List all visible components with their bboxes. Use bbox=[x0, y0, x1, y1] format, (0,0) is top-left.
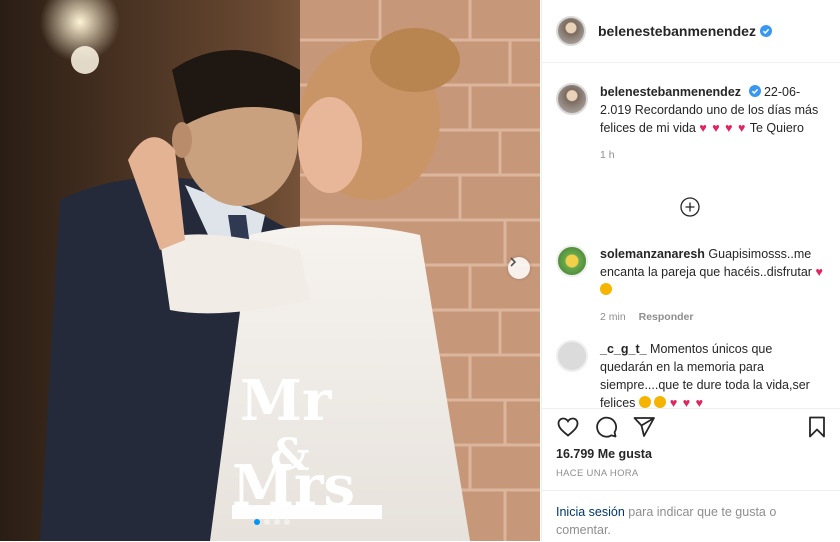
load-more-comments-icon[interactable] bbox=[680, 197, 700, 217]
comment-age: 2 min bbox=[600, 311, 626, 323]
likes-count[interactable]: 16.799 Me gusta bbox=[556, 447, 652, 461]
heart-emoji-icon: ♥ ♥ ♥ ♥ bbox=[699, 121, 747, 135]
heart-eyes-emoji-icon bbox=[600, 283, 612, 295]
like-heart-icon[interactable] bbox=[556, 415, 580, 439]
heart-emoji-icon: ♥ ♥ ♥ bbox=[669, 396, 705, 408]
author-avatar[interactable] bbox=[556, 16, 586, 46]
share-paper-plane-icon[interactable] bbox=[632, 415, 656, 439]
heart-emoji-icon: ♥ bbox=[815, 265, 824, 279]
next-image-button[interactable] bbox=[508, 257, 530, 279]
chevron-right-icon bbox=[510, 257, 517, 267]
post-photo[interactable]: Mr & Mrs bbox=[0, 0, 540, 541]
face-emoji-icon bbox=[654, 396, 667, 408]
comment-item: solemanzanaresh Guapisimosss..me encanta… bbox=[542, 245, 840, 323]
carousel-dot bbox=[254, 519, 260, 525]
verified-badge-icon bbox=[748, 85, 761, 97]
carousel-dots bbox=[254, 519, 290, 525]
save-bookmark-icon[interactable] bbox=[805, 415, 829, 439]
caption-age: 1 h bbox=[600, 149, 615, 161]
wedding-photo: Mr & Mrs bbox=[0, 0, 540, 541]
post-timestamp: HACE UNA HORA bbox=[556, 468, 639, 479]
face-emoji-icon bbox=[638, 396, 651, 408]
post-actions: 16.799 Me gusta HACE UNA HORA Inicia ses… bbox=[542, 408, 840, 542]
cake-topper-text: Mr bbox=[240, 368, 333, 434]
author-username[interactable]: belenestebanmenendez bbox=[598, 23, 756, 39]
svg-text:Mrs: Mrs bbox=[232, 453, 355, 519]
login-prompt: Inicia sesión para indicar que te gusta … bbox=[542, 490, 840, 539]
caption-end: Te Quiero bbox=[749, 121, 804, 135]
caption-username[interactable]: belenestebanmenendez bbox=[600, 85, 741, 99]
comment-username[interactable]: solemanzanaresh bbox=[600, 247, 705, 261]
carousel-dot bbox=[284, 519, 290, 525]
carousel-dot bbox=[264, 519, 270, 525]
commenter-avatar[interactable] bbox=[556, 245, 588, 277]
post-header: belenestebanmenendez bbox=[542, 0, 840, 63]
comment-bubble-icon[interactable] bbox=[594, 415, 618, 439]
post-caption: belenestebanmenendez 22-06-2.019 Recorda… bbox=[542, 83, 840, 161]
commenter-avatar[interactable] bbox=[556, 340, 588, 372]
verified-badge-icon bbox=[759, 25, 772, 37]
comment-item: _c_g_t_ Momentos únicos que quedarán en … bbox=[542, 340, 840, 408]
post-side-panel: belenestebanmenendez belenestebanmenende… bbox=[541, 0, 840, 541]
comment-username[interactable]: _c_g_t_ bbox=[600, 342, 647, 356]
author-avatar[interactable] bbox=[556, 83, 588, 115]
carousel-dot bbox=[274, 519, 280, 525]
login-link[interactable]: Inicia sesión bbox=[556, 505, 625, 519]
comments-list[interactable]: belenestebanmenendez 22-06-2.019 Recorda… bbox=[542, 63, 840, 408]
reply-button[interactable]: Responder bbox=[639, 311, 694, 323]
